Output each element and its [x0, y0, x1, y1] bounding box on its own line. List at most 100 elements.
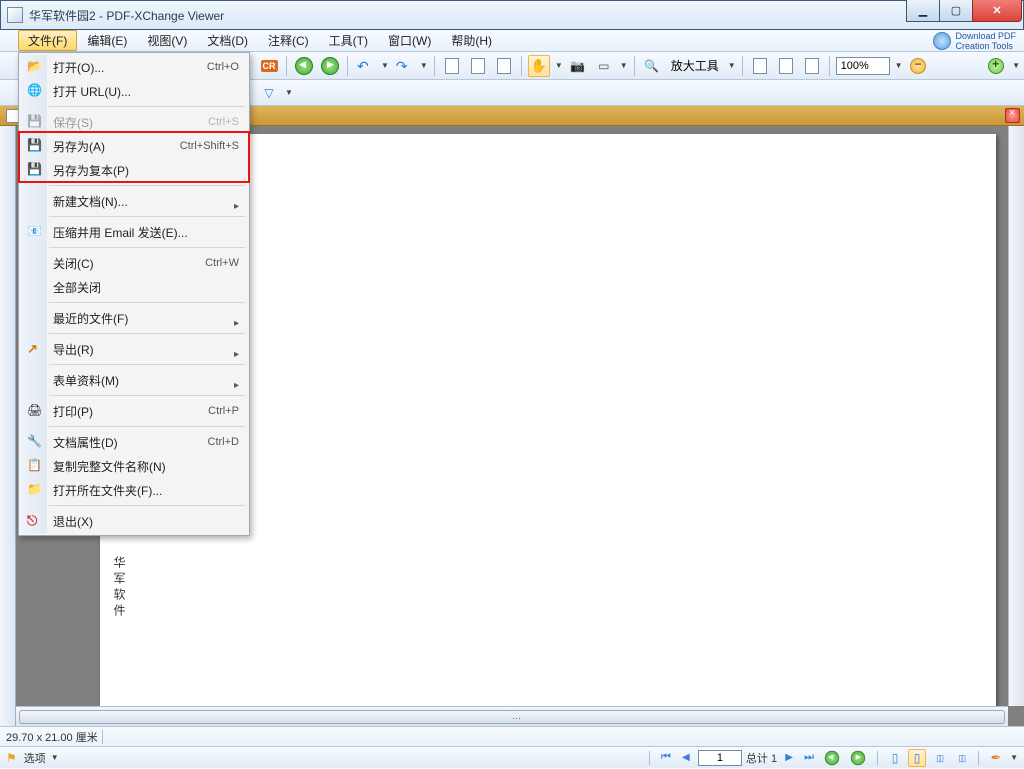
options-button[interactable]: 选项 [24, 750, 46, 766]
file-menu-item-1[interactable]: 打开 URL(U)... [21, 79, 247, 103]
menu-separator [49, 106, 245, 107]
page-size-label: 29.70 x 21.00 厘米 [6, 729, 98, 745]
layout-single-button[interactable] [886, 749, 904, 767]
zoom-input[interactable] [836, 57, 890, 75]
menu-item-label: 打开 URL(U)... [53, 83, 131, 100]
close-button[interactable] [972, 0, 1022, 22]
page-number-input[interactable] [698, 750, 742, 766]
file-menu-item-5[interactable]: 另存为复本(P) [21, 158, 247, 182]
file-menu-item-18[interactable]: 表单资料(M) [21, 368, 247, 392]
mi-folder-icon [27, 482, 43, 498]
nav-last-page-button[interactable] [801, 750, 817, 766]
file-menu-item-7[interactable]: 新建文档(N)... [21, 189, 247, 213]
options-icon [6, 751, 20, 765]
file-menu-item-11[interactable]: 关闭(C) Ctrl+W [21, 251, 247, 275]
zoom-icon[interactable] [641, 55, 663, 77]
menu-item-label: 最近的文件(F) [53, 310, 128, 327]
nav-back-small[interactable] [821, 747, 843, 769]
file-menu-item-0[interactable]: 打开(O)...Ctrl+O [21, 55, 247, 79]
doc-button-2[interactable] [467, 55, 489, 77]
menu-item-label: 新建文档(N)... [53, 193, 128, 210]
download-line1: Download PDF [955, 31, 1016, 41]
menu-tools[interactable]: 工具(T) [319, 30, 378, 51]
menu-item-shortcut: Ctrl+Shift+S [180, 140, 239, 152]
file-menu-item-12[interactable]: 全部关闭 [21, 275, 247, 299]
filter-button[interactable]: ▽ [258, 82, 280, 104]
left-sidebar[interactable] [0, 126, 16, 726]
select-button[interactable] [593, 55, 615, 77]
zoom-in-button[interactable] [985, 55, 1007, 77]
menu-item-label: 另存为(A) [53, 138, 105, 155]
menu-item-label: 压缩并用 Email 发送(E)... [53, 224, 188, 241]
scroll-tick: ··· [512, 713, 521, 723]
menu-document[interactable]: 文档(D) [197, 30, 258, 51]
menu-item-label: 复制完整文件名称(N) [53, 458, 166, 475]
doc-button-3[interactable] [493, 55, 515, 77]
fit-width-button[interactable] [749, 55, 771, 77]
nav-fwd-small[interactable] [847, 747, 869, 769]
menu-item-label: 关闭(C) [53, 255, 94, 272]
horizontal-scrollbar[interactable]: ··· [16, 706, 1008, 726]
file-menu-item-16[interactable]: 导出(R) [21, 337, 247, 361]
fit-page-button[interactable] [775, 55, 797, 77]
file-menu-item-26[interactable]: 退出(X) [21, 509, 247, 533]
nav-first-page-button[interactable] [658, 750, 674, 766]
vertical-scrollbar[interactable] [1008, 126, 1024, 706]
mi-save-icon [27, 138, 43, 154]
file-menu-item-4[interactable]: 另存为(A) Ctrl+Shift+S [21, 134, 247, 158]
file-menu-item-22[interactable]: 文档属性(D) Ctrl+D [21, 430, 247, 454]
file-menu-item-14[interactable]: 最近的文件(F) [21, 306, 247, 330]
file-menu-item-9[interactable]: 压缩并用 Email 发送(E)... [21, 220, 247, 244]
hand-tool-button[interactable] [528, 55, 550, 77]
file-menu-dropdown: 打开(O)...Ctrl+O打开 URL(U)...保存(S)Ctrl+S另存为… [18, 52, 250, 536]
menubar: 文件(F) 编辑(E) 视图(V) 文档(D) 注释(C) 工具(T) 窗口(W… [0, 30, 1024, 52]
menu-edit[interactable]: 编辑(E) [77, 30, 137, 51]
file-menu-item-23[interactable]: 复制完整文件名称(N) [21, 454, 247, 478]
tab-close-button[interactable] [1005, 108, 1020, 123]
menu-item-shortcut: Ctrl+D [208, 436, 239, 448]
layout-continuous-button[interactable] [908, 749, 926, 767]
mi-copy-icon [27, 458, 43, 474]
menu-item-label: 文档属性(D) [53, 434, 118, 451]
actual-size-button[interactable] [801, 55, 823, 77]
titlebar: 华军软件园2 - PDF-XChange Viewer [0, 0, 1024, 30]
maximize-button[interactable] [939, 0, 973, 22]
window-title: 华军软件园2 - PDF-XChange Viewer [29, 7, 224, 24]
layout-facing-button[interactable] [930, 749, 948, 767]
mi-url-icon [27, 83, 43, 99]
ocr-button[interactable]: CR [258, 55, 280, 77]
window-controls [907, 0, 1022, 22]
document-rotated-label: 华军软件 [111, 556, 128, 620]
menu-item-shortcut: Ctrl+W [205, 257, 239, 269]
undo-button[interactable] [354, 55, 376, 77]
zoom-out-button[interactable] [907, 55, 929, 77]
layout-cont-facing-button[interactable] [952, 749, 970, 767]
file-menu-item-20[interactable]: 打印(P)Ctrl+P [21, 399, 247, 423]
statusbar-upper: 29.70 x 21.00 厘米 [0, 726, 1024, 746]
nav-back-button[interactable] [293, 55, 315, 77]
menu-comment[interactable]: 注释(C) [258, 30, 319, 51]
nav-prev-page-button[interactable] [678, 750, 694, 766]
menu-item-label: 表单资料(M) [53, 372, 119, 389]
zoom-tool-button[interactable]: 放大工具 [667, 55, 723, 77]
nav-forward-button[interactable] [319, 55, 341, 77]
mi-open-icon [27, 59, 43, 75]
menu-file[interactable]: 文件(F) [18, 30, 77, 51]
menu-window[interactable]: 窗口(W) [378, 30, 441, 51]
menu-separator [49, 333, 245, 334]
doc-button-1[interactable] [441, 55, 463, 77]
nav-next-page-button[interactable] [781, 750, 797, 766]
minimize-button[interactable] [906, 0, 940, 22]
menu-separator [49, 185, 245, 186]
redo-button[interactable] [393, 55, 415, 77]
menu-view[interactable]: 视图(V) [137, 30, 197, 51]
page-total-label: 总计 1 [746, 750, 777, 766]
menu-separator [49, 395, 245, 396]
sign-button[interactable] [987, 749, 1005, 767]
snapshot-button[interactable] [567, 55, 589, 77]
download-pdf-tools-link[interactable]: Download PDF Creation Tools [933, 30, 1016, 52]
mi-save-icon [27, 162, 43, 178]
menu-item-label: 打开(O)... [53, 59, 104, 76]
menu-help[interactable]: 帮助(H) [441, 30, 502, 51]
file-menu-item-24[interactable]: 打开所在文件夹(F)... [21, 478, 247, 502]
